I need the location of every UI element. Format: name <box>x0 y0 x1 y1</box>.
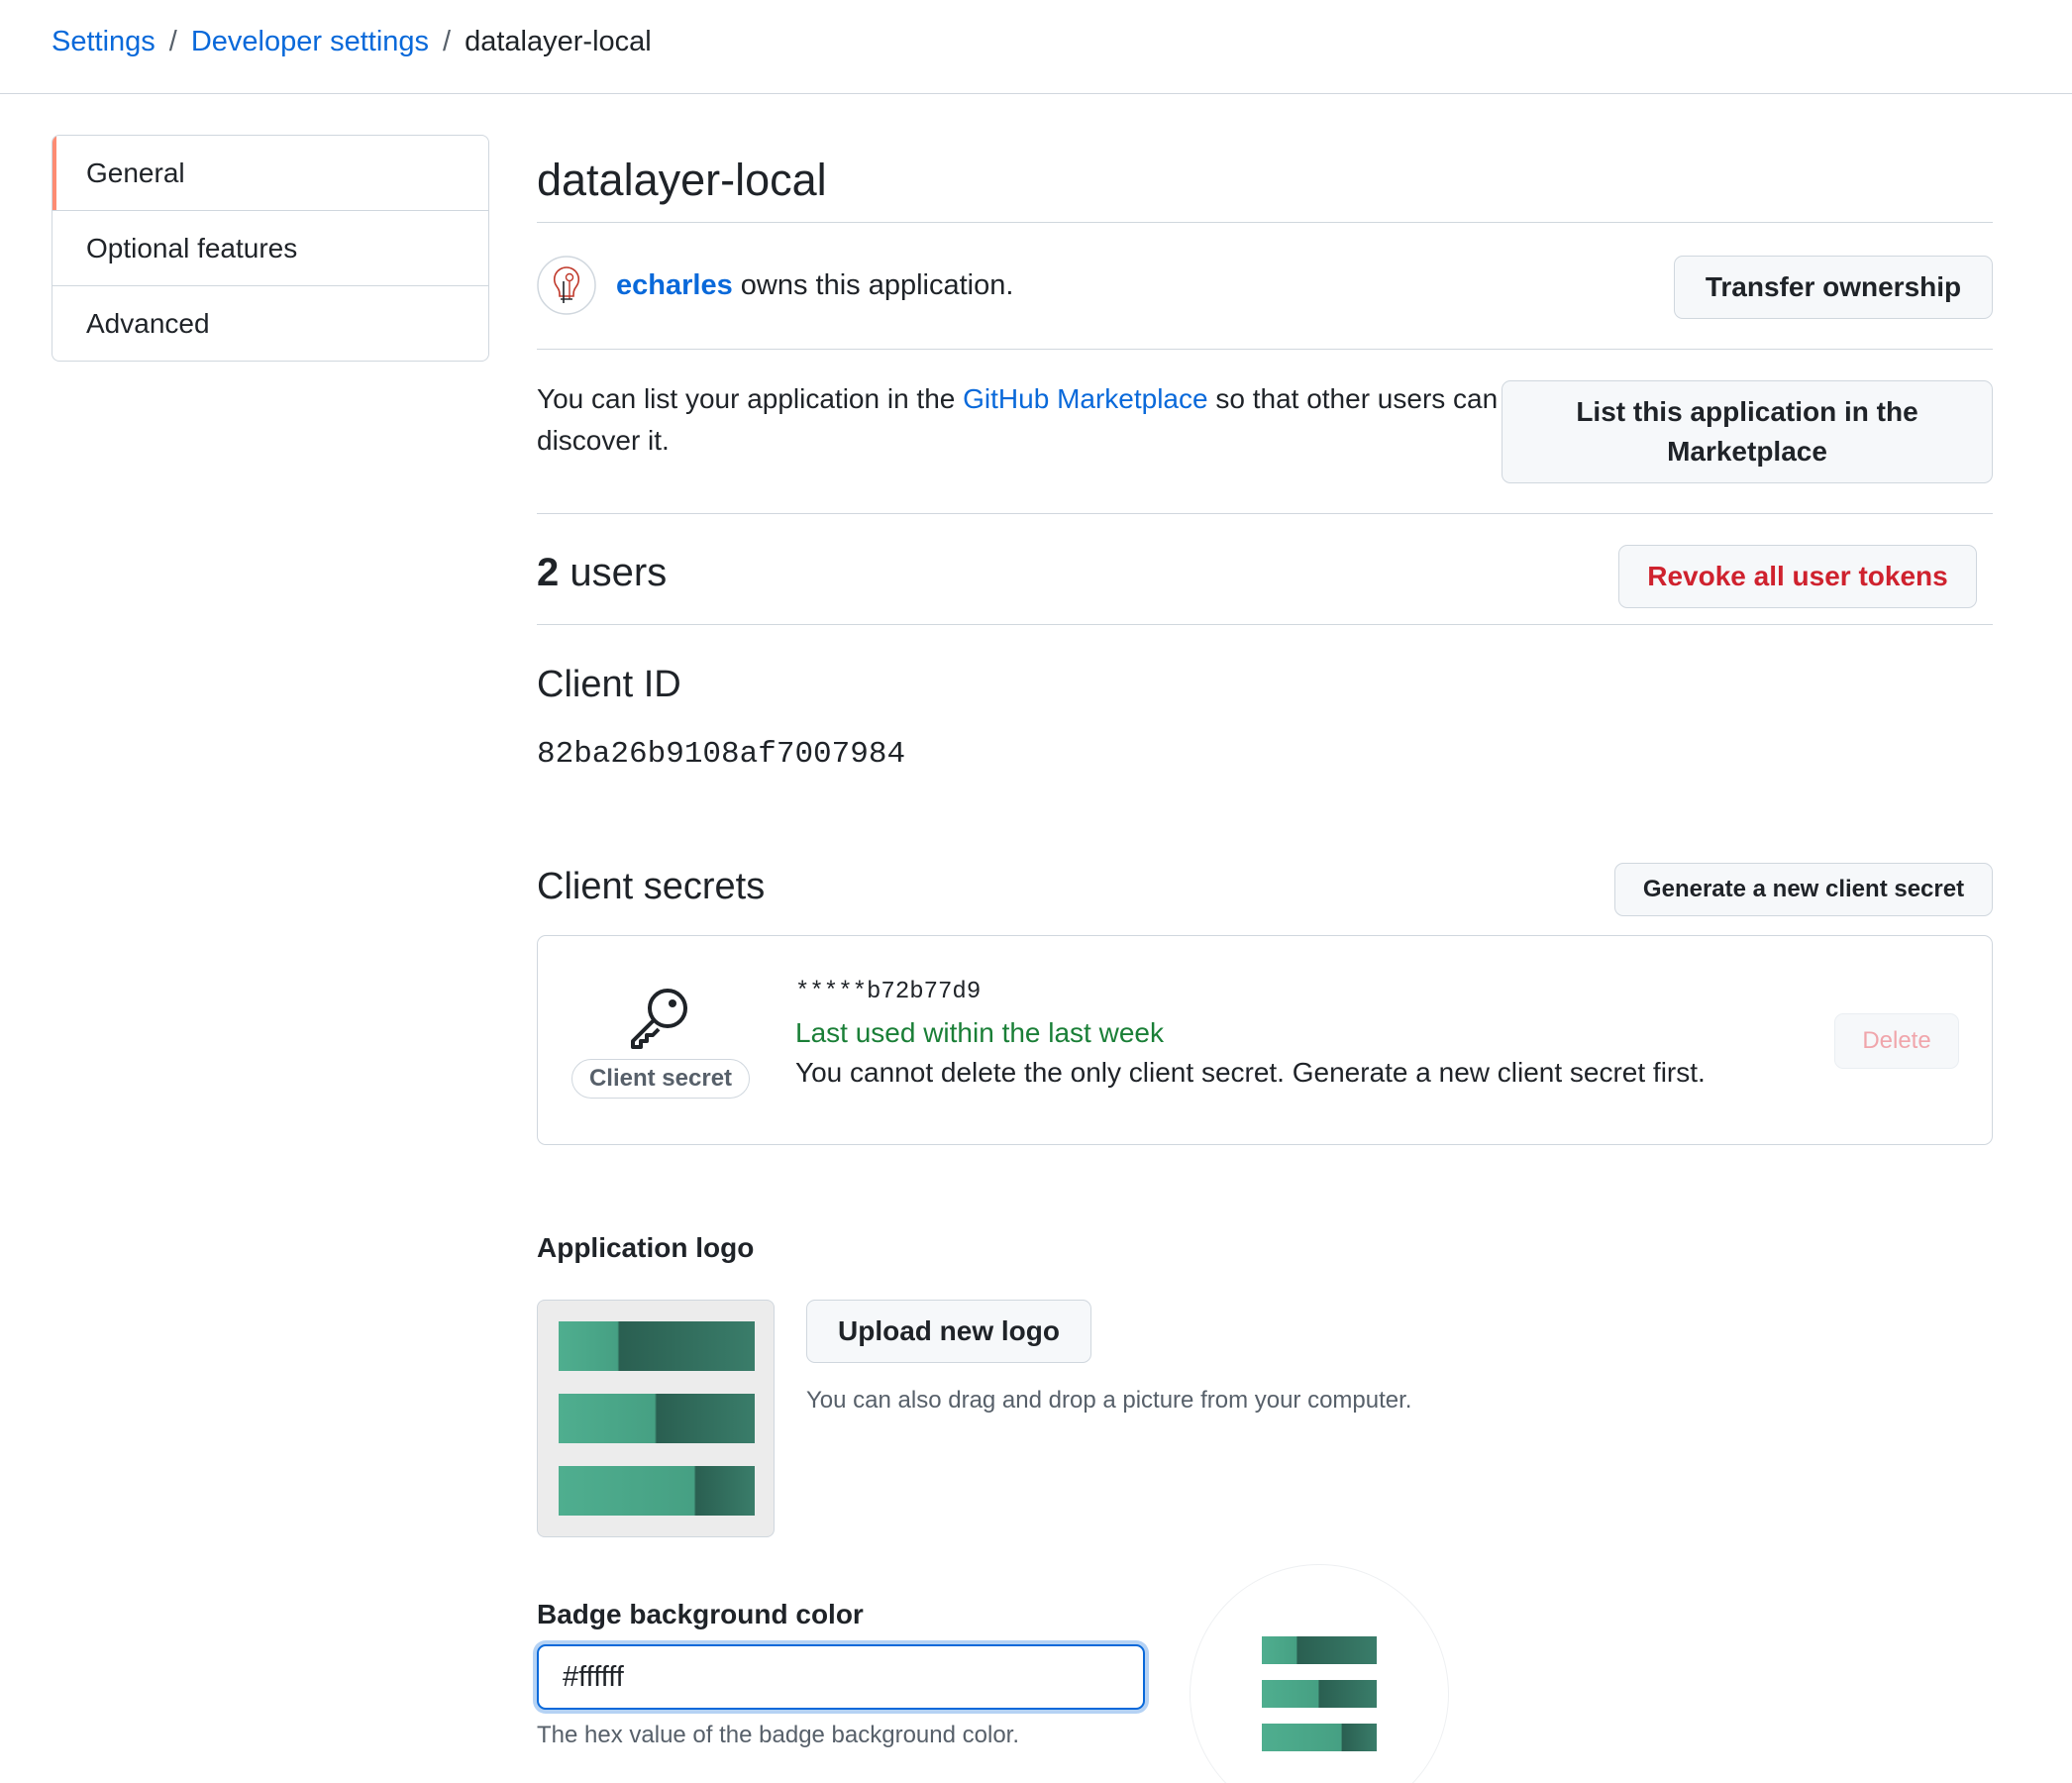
revoke-all-tokens-button[interactable]: Revoke all user tokens <box>1618 545 1977 608</box>
delete-secret-button[interactable]: Delete <box>1834 1013 1959 1069</box>
button-line: List this application in the <box>1576 396 1918 427</box>
client-secret-last-used: Last used within the last week <box>795 1017 1164 1048</box>
breadcrumb-current: datalayer-local <box>465 26 652 57</box>
badge-preview <box>1191 1565 1448 1783</box>
breadcrumb-separator: / <box>443 26 452 57</box>
owner-suffix: owns this application. <box>740 269 1014 301</box>
client-id-heading: Client ID <box>537 664 681 705</box>
client-secret-label: Client secret <box>571 1059 750 1099</box>
sidebar-item-label: General <box>86 157 185 188</box>
client-secret-warning: You cannot delete the only client secret… <box>795 1057 1706 1088</box>
breadcrumb-developer-settings-link[interactable]: Developer settings <box>191 24 429 59</box>
badge-color-label: Badge background color <box>537 1599 864 1629</box>
application-logo-preview <box>537 1300 775 1537</box>
badge-bar <box>1262 1724 1377 1751</box>
user-avatar-icon <box>537 256 596 315</box>
logo-bar <box>559 1394 755 1443</box>
github-marketplace-link[interactable]: GitHub Marketplace <box>963 383 1207 414</box>
logo-bar <box>559 1321 755 1371</box>
badge-bar <box>1262 1636 1377 1664</box>
client-id-value: 82ba26b9108af7007984 <box>537 737 906 772</box>
divider <box>537 624 1993 625</box>
client-secret-card: Client secret *****b72b77d9 Last used wi… <box>537 935 1993 1145</box>
users-count-heading: 2 users <box>537 549 667 596</box>
avatar[interactable] <box>537 256 596 315</box>
marketplace-text-before: You can list your application in the <box>537 383 956 414</box>
breadcrumb-settings-link[interactable]: Settings <box>52 24 155 59</box>
sidebar-item-label: Optional features <box>86 233 298 263</box>
sidebar-item-label: Advanced <box>86 308 210 339</box>
generate-client-secret-button[interactable]: Generate a new client secret <box>1614 863 1993 916</box>
badge-bar <box>1262 1680 1377 1708</box>
key-icon <box>623 984 692 1053</box>
divider <box>537 513 1993 514</box>
divider <box>537 222 1993 223</box>
divider <box>537 349 1993 350</box>
badge-color-hint: The hex value of the badge background co… <box>537 1722 1020 1748</box>
owner-link[interactable]: echarles <box>616 269 733 301</box>
badge-color-input[interactable] <box>537 1644 1145 1710</box>
users-count: 2 <box>537 551 560 594</box>
users-label: users <box>570 551 668 594</box>
logo-bar <box>559 1466 755 1516</box>
upload-logo-hint: You can also drag and drop a picture fro… <box>806 1387 1412 1414</box>
application-logo-heading: Application logo <box>537 1232 755 1263</box>
list-in-marketplace-button[interactable]: List this application in the Marketplace <box>1502 380 1993 483</box>
settings-sidebar: General Optional features Advanced <box>52 135 489 362</box>
client-secrets-heading: Client secrets <box>537 866 766 907</box>
button-line: Marketplace <box>1667 436 1827 467</box>
sidebar-item-advanced[interactable]: Advanced <box>52 286 488 361</box>
client-secret-masked: *****b72b77d9 <box>795 979 982 1005</box>
breadcrumb: Settings / Developer settings / datalaye… <box>52 24 652 59</box>
marketplace-text: You can list your application in the Git… <box>537 378 1527 462</box>
owner-text: echarles owns this application. <box>616 267 1013 303</box>
sidebar-item-optional-features[interactable]: Optional features <box>52 211 488 286</box>
sidebar-item-general[interactable]: General <box>52 136 488 211</box>
upload-logo-button[interactable]: Upload new logo <box>806 1300 1091 1363</box>
page-title: datalayer-local <box>537 155 827 205</box>
top-bar: Settings / Developer settings / datalaye… <box>0 0 2072 94</box>
breadcrumb-separator: / <box>168 26 177 57</box>
transfer-ownership-button[interactable]: Transfer ownership <box>1674 256 1993 319</box>
